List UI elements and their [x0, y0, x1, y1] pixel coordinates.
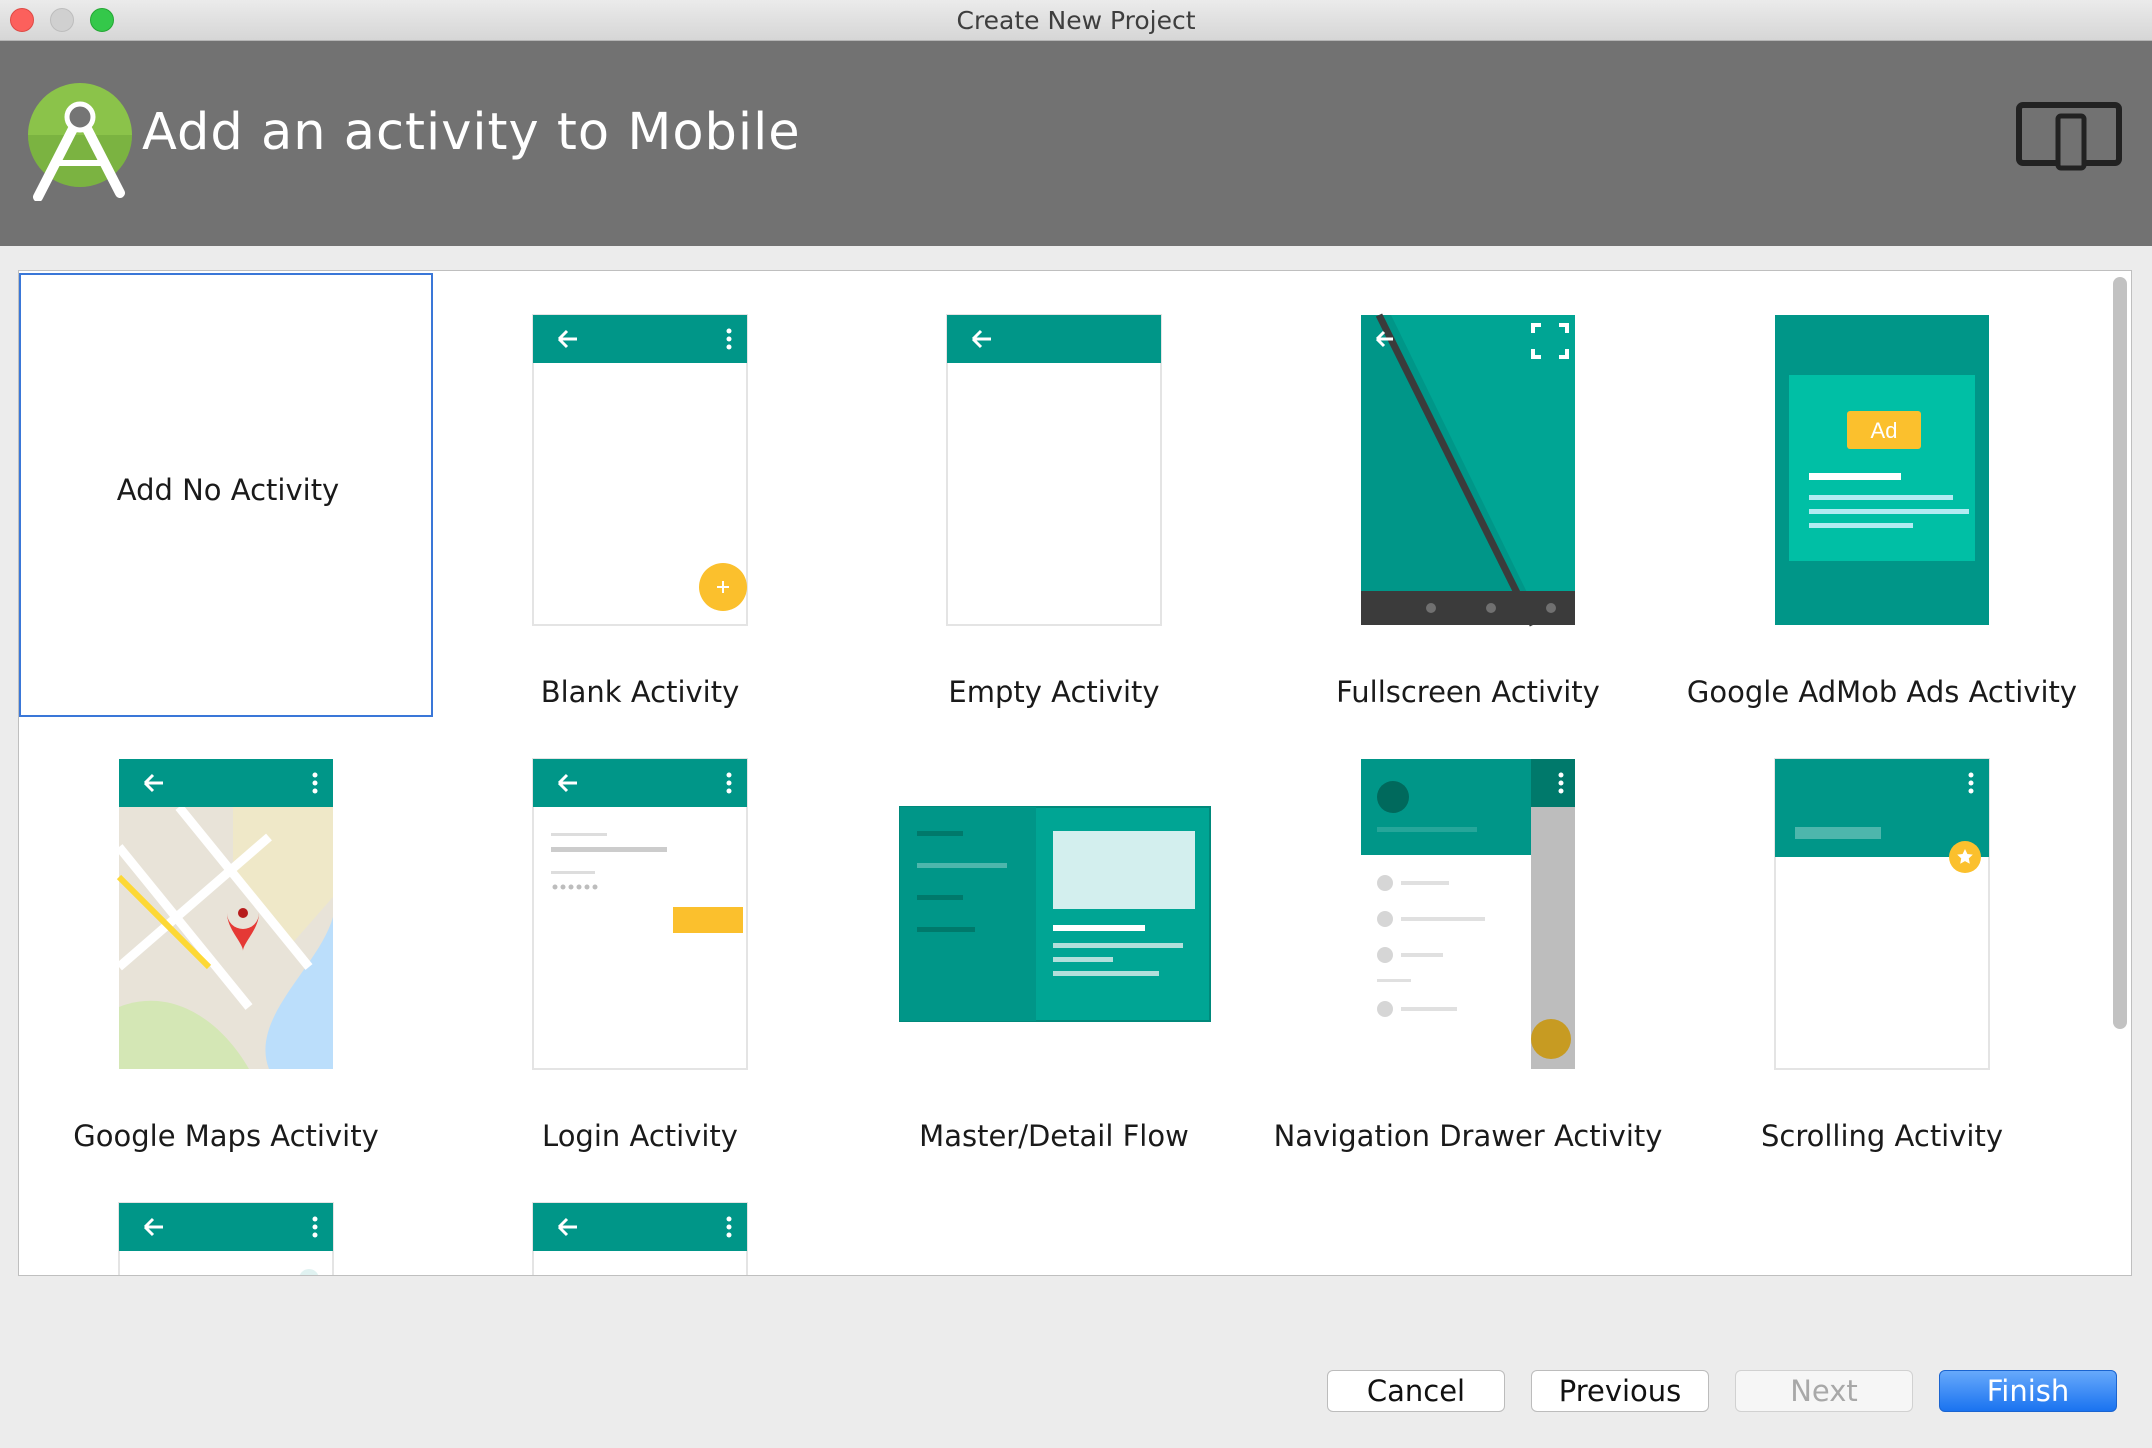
wizard-header: Add an activity to Mobile: [0, 41, 2152, 246]
tile-scrolling-activity[interactable]: Scrolling Activity: [1675, 717, 2089, 1161]
cancel-button[interactable]: Cancel: [1327, 1370, 1505, 1412]
tile-label: Master/Detail Flow: [919, 1119, 1189, 1153]
scrolling-activity-thumbnail: [1675, 717, 2089, 1117]
empty-activity-thumbnail: [847, 273, 1261, 673]
gallery-scrollbar[interactable]: [2107, 273, 2131, 1273]
scrollbar-thumb[interactable]: [2113, 277, 2127, 1029]
tile-blank-activity[interactable]: Blank Activity: [433, 273, 847, 717]
ad-badge-text: Ad: [1871, 418, 1898, 443]
tile-navigation-drawer-activity[interactable]: Navigation Drawer Activity: [1261, 717, 1675, 1161]
tile-add-no-activity[interactable]: Add No Activity: [19, 273, 433, 717]
next-button[interactable]: Next: [1735, 1370, 1913, 1412]
tile-empty-activity[interactable]: Empty Activity: [847, 273, 1261, 717]
tile-login-activity[interactable]: Login Activity: [433, 717, 847, 1161]
tile-label: Fullscreen Activity: [1336, 675, 1600, 709]
tile-label: Google Maps Activity: [73, 1119, 379, 1153]
tile-admob-ads-activity[interactable]: Ad Google AdMob Ads Activity: [1675, 273, 2089, 717]
form-factor-device-icon: [2016, 102, 2122, 171]
login-activity-thumbnail: [433, 717, 847, 1117]
master-detail-thumbnail: [847, 717, 1261, 1117]
tile-label: Scrolling Activity: [1760, 1119, 2003, 1153]
tile-label: Login Activity: [542, 1119, 738, 1153]
activity-gallery: Add No Activity Blank Activity Empty Act…: [18, 270, 2132, 1276]
window-title-bar: Create New Project: [0, 0, 2152, 41]
tile-settings-activity-partial[interactable]: [433, 1161, 847, 1275]
tile-master-detail-flow[interactable]: Master/Detail Flow: [847, 717, 1261, 1161]
tile-google-maps-activity[interactable]: Google Maps Activity: [19, 717, 433, 1161]
android-studio-logo-icon: [28, 83, 132, 201]
previous-button[interactable]: Previous: [1531, 1370, 1709, 1412]
maps-activity-thumbnail: [19, 717, 433, 1117]
fullscreen-activity-thumbnail: [1261, 273, 1675, 673]
tile-tabbed-activity-partial[interactable]: [19, 1161, 433, 1275]
blank-activity-thumbnail: [433, 273, 847, 673]
admob-activity-thumbnail: Ad: [1675, 273, 2089, 673]
page-title: Add an activity to Mobile: [142, 103, 801, 162]
tile-label: Add No Activity: [116, 473, 340, 507]
nav-drawer-thumbnail: [1261, 717, 1675, 1117]
partial-thumbnail: [532, 1202, 748, 1275]
tile-label: Google AdMob Ads Activity: [1686, 675, 2078, 709]
partial-thumbnail: [118, 1202, 334, 1275]
tile-fullscreen-activity[interactable]: Fullscreen Activity: [1261, 273, 1675, 717]
finish-button[interactable]: Finish: [1939, 1370, 2117, 1412]
tile-label: Blank Activity: [540, 675, 740, 709]
window-title: Create New Project: [956, 6, 1196, 35]
tile-label: Navigation Drawer Activity: [1273, 1119, 1663, 1153]
tile-label: Empty Activity: [948, 675, 1160, 709]
